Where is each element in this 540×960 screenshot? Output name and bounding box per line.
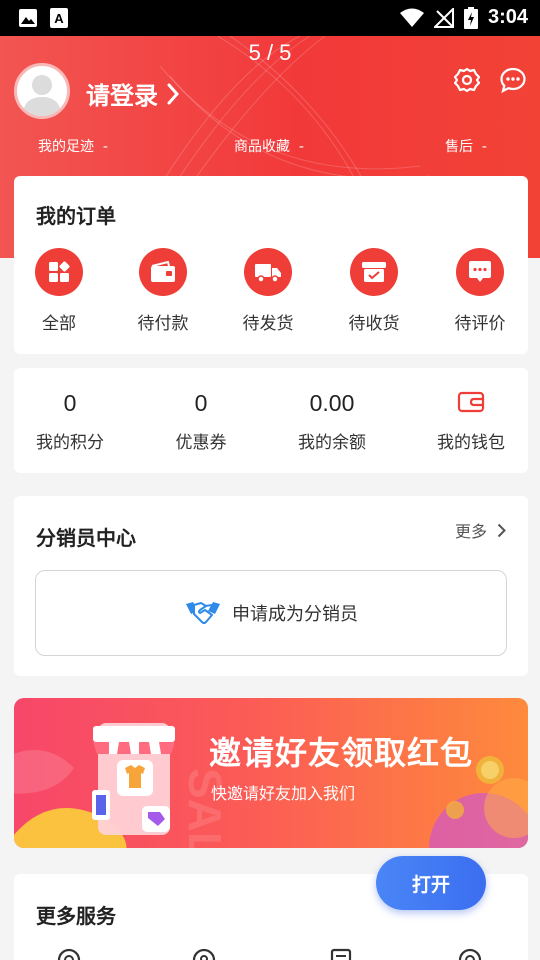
distributor-title: 分销员中心 [36, 526, 136, 550]
user-icon [23, 75, 61, 116]
order-icon-wrap [456, 248, 504, 296]
order-label: 全部 [42, 314, 76, 334]
a-icon: A [50, 8, 68, 28]
assets-card: 0 我的积分 0 优惠券 0.00 我的余额 我的钱包 [14, 368, 528, 473]
no-signal-icon [433, 7, 454, 28]
asset-value: 0 [194, 390, 208, 416]
wallet-outline-icon [457, 391, 485, 413]
invite-banner[interactable]: SALE 邀请好友领取红包 快邀请好友加入我们 [14, 698, 528, 848]
banner-subtitle: 快邀请好友加入我们 [211, 784, 356, 803]
battery-icon [463, 6, 478, 29]
service-icon[interactable] [328, 947, 354, 960]
page-indicator: 5 / 5 [248, 40, 292, 65]
order-pending-shipment[interactable]: 待发货 [223, 248, 313, 334]
order-label: 待发货 [242, 314, 294, 334]
asset-label: 我的余额 [298, 433, 366, 453]
open-app-button[interactable]: 打开 [376, 856, 486, 910]
orders-title: 我的订单 [36, 204, 116, 228]
order-icon-wrap [139, 248, 187, 296]
balance-item[interactable]: 0.00 我的余额 [272, 390, 392, 453]
svg-text:A: A [54, 11, 64, 26]
apply-label: 申请成为分销员 [232, 604, 358, 625]
chat-icon [469, 261, 491, 282]
asset-value: 0.00 [309, 390, 355, 416]
clock: 3:04 [487, 6, 528, 28]
order-pending-review[interactable]: 待评价 [435, 248, 525, 334]
after-sales-stat[interactable]: 售后 - [445, 136, 487, 156]
stat-value: - [102, 139, 108, 155]
asset-label: 优惠券 [175, 433, 227, 453]
distributor-card: 分销员中心 更多 申请成为分销员 [14, 496, 528, 676]
stat-label: 我的足迹 [38, 139, 94, 155]
message-icon[interactable] [499, 66, 527, 94]
order-icon-wrap [350, 248, 398, 296]
order-label: 待收货 [348, 314, 400, 334]
login-link[interactable]: 请登录 [86, 76, 180, 111]
favorites-stat[interactable]: 商品收藏 - [234, 136, 304, 156]
order-pending-payment[interactable]: 待付款 [118, 248, 208, 334]
wifi-icon [399, 8, 424, 27]
apply-distributor-button[interactable]: 申请成为分销员 [35, 570, 507, 656]
stat-value: - [298, 139, 304, 155]
box-icon [362, 262, 386, 282]
order-icon-wrap [244, 248, 292, 296]
coupons-item[interactable]: 0 优惠券 [141, 390, 261, 453]
handshake-icon [186, 602, 220, 624]
asset-label: 我的积分 [36, 433, 104, 453]
order-icon-wrap [35, 248, 83, 296]
order-pending-receipt[interactable]: 待收货 [329, 248, 419, 334]
stat-label: 商品收藏 [234, 139, 290, 155]
wallet-icon [151, 261, 175, 282]
asset-label: 我的钱包 [437, 433, 505, 453]
service-icon[interactable] [457, 947, 483, 960]
avatar[interactable] [14, 63, 70, 119]
truck-icon [255, 264, 281, 283]
asset-value: 0 [63, 390, 77, 416]
orders-card: 我的订单 全部 待付款 待发货 待收货 待评价 [14, 176, 528, 354]
stat-value: - [481, 139, 487, 155]
order-all[interactable]: 全部 [14, 248, 104, 334]
order-label: 待评价 [454, 314, 506, 334]
wallet-item[interactable]: 我的钱包 [411, 390, 531, 453]
settings-icon[interactable] [453, 66, 481, 94]
order-label: 待付款 [137, 314, 189, 334]
more-link[interactable]: 更多 [455, 518, 506, 542]
banner-title: 邀请好友领取红包 [209, 734, 474, 772]
service-icon[interactable] [191, 947, 217, 960]
open-label: 打开 [411, 873, 450, 896]
asset-value [411, 390, 531, 418]
grid-icon [49, 261, 70, 282]
stat-label: 售后 [445, 139, 473, 155]
chevron-right-icon [167, 83, 180, 104]
services-title: 更多服务 [36, 904, 116, 928]
points-item[interactable]: 0 我的积分 [10, 390, 130, 453]
chevron-right-icon [497, 523, 506, 537]
status-bar: A 3:04 [0, 0, 540, 36]
login-label: 请登录 [86, 82, 158, 110]
more-label: 更多 [454, 522, 487, 541]
gallery-icon [19, 9, 37, 27]
footprint-stat[interactable]: 我的足迹 - [38, 136, 108, 156]
service-icon[interactable] [56, 947, 82, 960]
